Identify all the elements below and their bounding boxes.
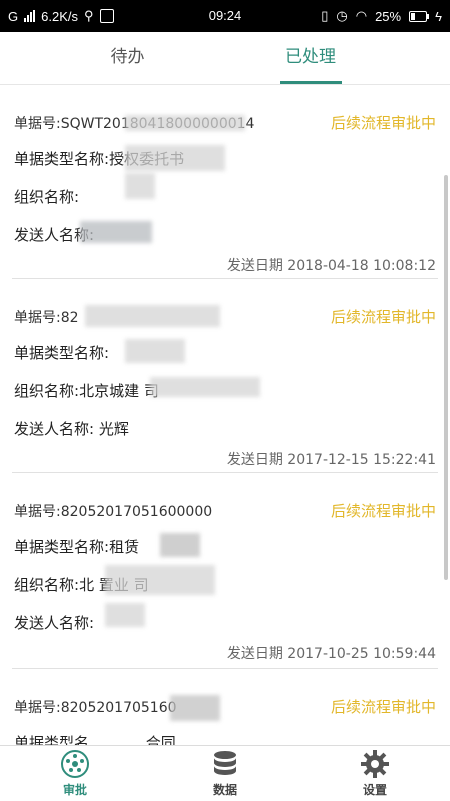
nav-data[interactable]: 数据 — [190, 749, 260, 798]
bottom-nav: 审批 数据 设置 — [0, 745, 450, 801]
doc-type: 单据类型名称:租赁 — [14, 538, 140, 556]
gear-icon — [361, 750, 389, 778]
status-badge: 后续流程审批中 — [330, 698, 436, 716]
database-icon — [214, 751, 236, 775]
wifi-icon: ◠ — [355, 8, 368, 23]
status-badge: 后续流程审批中 — [330, 502, 436, 520]
redaction — [105, 565, 215, 595]
send-date: 发送日期 2018-04-18 10:08:12 — [226, 258, 436, 274]
status-badge: 后续流程审批中 — [330, 308, 436, 326]
list-item[interactable]: 单据号:82 后续流程审批中 单据类型名称: 组织名称:北京城建 司 发送人名称… — [0, 279, 450, 473]
battery-percent: 25% — [375, 8, 402, 24]
tab-bar: 待办 已处理 — [0, 32, 450, 85]
tab-todo-label: 待办 — [110, 47, 145, 67]
status-bar: G 6.2K/s ⚲ 09:24 ▯ ◷ ◠ 25% ϟ — [0, 0, 450, 32]
doc-no: 单据号:82 — [14, 310, 79, 326]
redaction — [125, 115, 245, 131]
nav-settings-label: 设置 — [362, 783, 387, 797]
sender-name: 发送人名称: 光辉 — [14, 420, 129, 438]
status-badge: 后续流程审批中 — [330, 114, 436, 132]
nav-approval-label: 审批 — [62, 783, 87, 797]
list-item[interactable]: 单据号:SQWT20180418000000014 后续流程审批中 单据类型名称… — [0, 85, 450, 279]
nav-data-label: 数据 — [212, 783, 237, 797]
doc-type: 单据类型名称: — [14, 344, 110, 362]
charging-icon: ϟ — [435, 8, 442, 24]
doc-no: 单据号:82052017051600000 — [14, 504, 213, 520]
redaction — [125, 145, 225, 171]
alarm-icon: ◷ — [336, 8, 348, 23]
list-item[interactable]: 单据号:82052017051600000 后续流程审批中 单据类型名称:租赁 … — [0, 473, 450, 669]
doc-no: 单据号:8205201705160 — [14, 700, 177, 716]
sender-name: 发送人名称: — [14, 614, 95, 632]
redaction — [125, 173, 155, 199]
vibrate-icon: ▯ — [321, 8, 329, 23]
redaction — [85, 305, 220, 327]
redaction — [170, 695, 220, 721]
org-name: 组织名称: — [14, 188, 80, 206]
send-date: 发送日期 2017-10-25 10:59:44 — [226, 646, 436, 662]
redaction — [150, 377, 260, 397]
active-tab-indicator — [280, 81, 342, 84]
org-name: 组织名称:北京城建 司 — [14, 382, 159, 400]
tab-processed-label: 已处理 — [285, 47, 336, 67]
doc-type: 单据类型名 合同 — [14, 734, 176, 745]
send-date: 发送日期 2017-12-15 15:22:41 — [226, 452, 436, 468]
battery-icon — [409, 10, 430, 22]
scrollbar[interactable] — [444, 175, 448, 580]
redaction — [160, 533, 200, 557]
approval-icon — [61, 750, 89, 778]
list-item[interactable]: 单据号:8205201705160 后续流程审批中 单据类型名 合同 — [0, 669, 450, 745]
processed-list[interactable]: 单据号:SQWT20180418000000014 后续流程审批中 单据类型名称… — [0, 85, 450, 745]
nav-settings[interactable]: 设置 — [340, 749, 410, 798]
redaction — [80, 221, 152, 243]
redaction — [105, 603, 145, 627]
redaction — [125, 339, 185, 363]
tab-processed[interactable]: 已处理 — [198, 32, 423, 84]
nav-approval[interactable]: 审批 — [40, 749, 110, 798]
